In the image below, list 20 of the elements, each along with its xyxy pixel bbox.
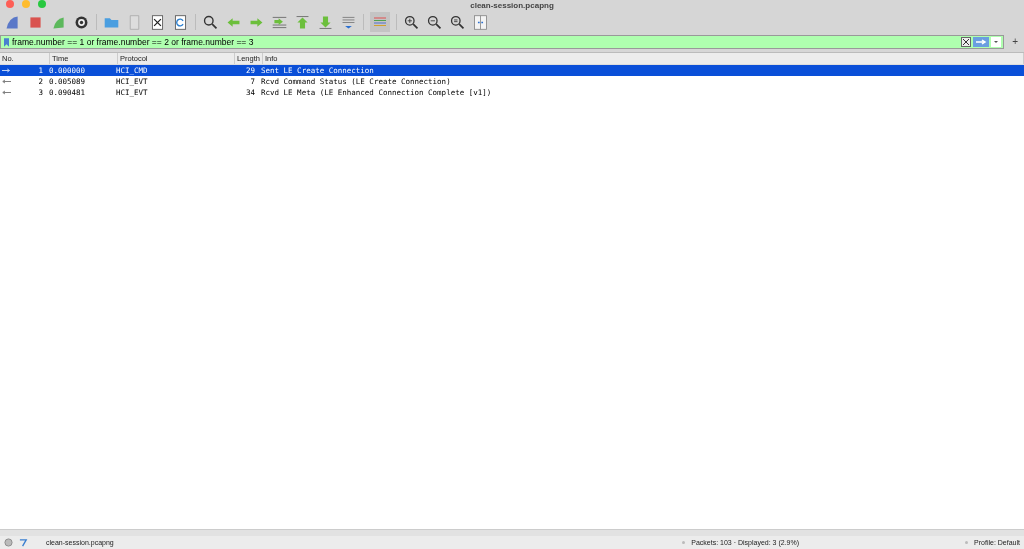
- up-arrow-icon[interactable]: [294, 13, 311, 31]
- bookmark-icon[interactable]: [4, 37, 9, 47]
- edit-icon[interactable]: [19, 538, 28, 547]
- reload-icon[interactable]: [172, 13, 189, 31]
- colorize-toggle[interactable]: [370, 12, 390, 32]
- zoom-button[interactable]: [38, 0, 46, 8]
- window-title: clean-session.pcapng: [470, 0, 554, 10]
- close-file-icon[interactable]: [149, 13, 166, 31]
- display-filter-field[interactable]: frame.number == 1 or frame.number == 2 or frame.number == 3: [12, 37, 962, 47]
- columns-icon[interactable]: [472, 13, 489, 31]
- zoom-in-icon[interactable]: [403, 13, 420, 31]
- dropdown-caret-icon[interactable]: [991, 37, 1002, 47]
- close-button[interactable]: [6, 0, 14, 8]
- clear-icon[interactable]: [961, 37, 972, 47]
- filter-bar[interactable]: frame.number == 1 or frame.number == 2 or frame.number == 3: [0, 35, 1005, 49]
- zoom-reset-icon[interactable]: [449, 13, 466, 31]
- search-icon[interactable]: [202, 13, 219, 31]
- zoom-out-icon[interactable]: [426, 13, 443, 31]
- status-circle-icon[interactable]: [4, 538, 13, 547]
- add-filter-button[interactable]: +: [1010, 37, 1020, 47]
